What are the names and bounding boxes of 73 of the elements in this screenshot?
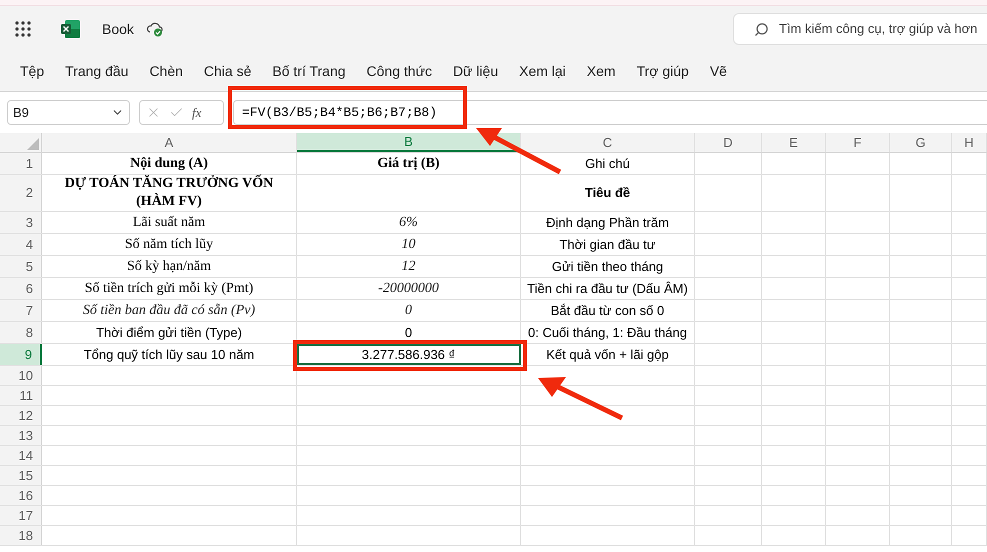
row-header[interactable]: 6	[0, 278, 42, 299]
row-header[interactable]: 2	[0, 175, 42, 211]
cell: Nội dung (A)	[42, 153, 297, 174]
row-header[interactable]: 17	[0, 506, 42, 525]
column-header[interactable]: B	[297, 133, 521, 152]
spreadsheet-logo-icon[interactable]	[61, 19, 81, 39]
row-header[interactable]: 14	[0, 446, 42, 465]
cell: Lãi suất năm	[42, 212, 297, 233]
cell: Số tiền trích gửi mỗi kỳ (Pmt)	[42, 278, 297, 299]
row-header[interactable]: 15	[0, 466, 42, 485]
cell: Số tiền ban đầu đã có sẵn (Pv)	[42, 300, 297, 321]
menu-tab[interactable]: Bố trí Trang	[272, 61, 346, 82]
formula-input[interactable]: =FV(B3/B5;B4*B5;B6;B7;B8)	[233, 100, 987, 125]
insert-function-button[interactable]: fx	[192, 102, 202, 122]
column-header[interactable]: E	[762, 133, 826, 152]
cell: Số kỳ hạn/năm	[42, 256, 297, 277]
menu-tab[interactable]: Chia sẻ	[204, 61, 252, 82]
cell: Giá trị (B)	[297, 153, 521, 174]
cell: Định dạng Phần trăm	[521, 212, 695, 233]
menu-tab[interactable]: Chèn	[149, 61, 183, 82]
cell: Ghi chú	[521, 153, 695, 174]
row-header[interactable]: 18	[0, 526, 42, 545]
cell: 0	[297, 322, 521, 343]
search-placeholder: Tìm kiếm công cụ, trợ giúp và hơn	[779, 20, 978, 38]
cell: 0: Cuối tháng, 1: Đầu tháng	[521, 322, 695, 343]
cell: Tiêu đề	[521, 175, 695, 211]
cell: 12	[297, 256, 521, 277]
row-header[interactable]: 5	[0, 256, 42, 277]
menu-tab[interactable]: Xem	[586, 61, 616, 82]
menu-tab[interactable]: Vẽ	[710, 61, 727, 82]
cell: Bắt đầu từ con số 0	[521, 300, 695, 321]
row-header[interactable]: 8	[0, 322, 42, 343]
cell: 3.277.586.936 ₫	[297, 344, 521, 365]
column-header[interactable]: H	[952, 133, 987, 152]
column-header[interactable]: F	[826, 133, 890, 152]
search-icon	[754, 22, 769, 36]
menu-tab[interactable]: Tệp	[20, 61, 44, 82]
cell: -20000000	[297, 278, 521, 299]
menu-tab[interactable]: Xem lại	[519, 61, 566, 82]
cell: 0	[297, 300, 521, 321]
row-header[interactable]: 9	[0, 344, 42, 365]
cell: Thời điểm gửi tiền (Type)	[42, 322, 297, 343]
row-header[interactable]: 7	[0, 300, 42, 321]
cell: DỰ TOÁN TĂNG TRƯỞNG VỐN (HÀM FV)	[42, 175, 297, 211]
cell: 10	[297, 234, 521, 255]
document-title[interactable]: Book	[102, 18, 134, 40]
cell: Thời gian đầu tư	[521, 234, 695, 255]
menu-tab[interactable]: Công thức	[366, 61, 432, 82]
row-header[interactable]: 1	[0, 153, 42, 174]
cell: 6%	[297, 212, 521, 233]
row-header[interactable]: 13	[0, 426, 42, 445]
cell: Kết quả vốn + lãi gộp	[521, 344, 695, 365]
row-header[interactable]: 16	[0, 486, 42, 505]
row-header[interactable]: 10	[0, 366, 42, 385]
corner-triangle-icon	[27, 138, 39, 150]
search-field[interactable]: Tìm kiếm công cụ, trợ giúp và hơn	[733, 13, 987, 45]
cell: Tổng quỹ tích lũy sau 10 năm	[42, 344, 297, 365]
cell: Gửi tiền theo tháng	[521, 256, 695, 277]
column-header[interactable]: C	[521, 133, 695, 152]
name-box[interactable]: B9	[7, 100, 130, 125]
column-header[interactable]: D	[695, 133, 762, 152]
app-launcher-icon[interactable]	[15, 21, 31, 37]
cell: Số năm tích lũy	[42, 234, 297, 255]
cell: Tiền chi ra đầu tư (Dấu ÂM)	[521, 278, 695, 299]
row-header[interactable]: 11	[0, 386, 42, 405]
menu-tab[interactable]: Trợ giúp	[636, 61, 689, 82]
row-header[interactable]: 4	[0, 234, 42, 255]
row-header[interactable]: 12	[0, 406, 42, 425]
row-header[interactable]: 3	[0, 212, 42, 233]
cloud-check-icon	[146, 21, 164, 37]
menu-tab[interactable]: Dữ liệu	[452, 61, 498, 82]
column-header[interactable]: G	[890, 133, 952, 152]
menu-tab[interactable]: Trang đầu	[65, 61, 128, 82]
